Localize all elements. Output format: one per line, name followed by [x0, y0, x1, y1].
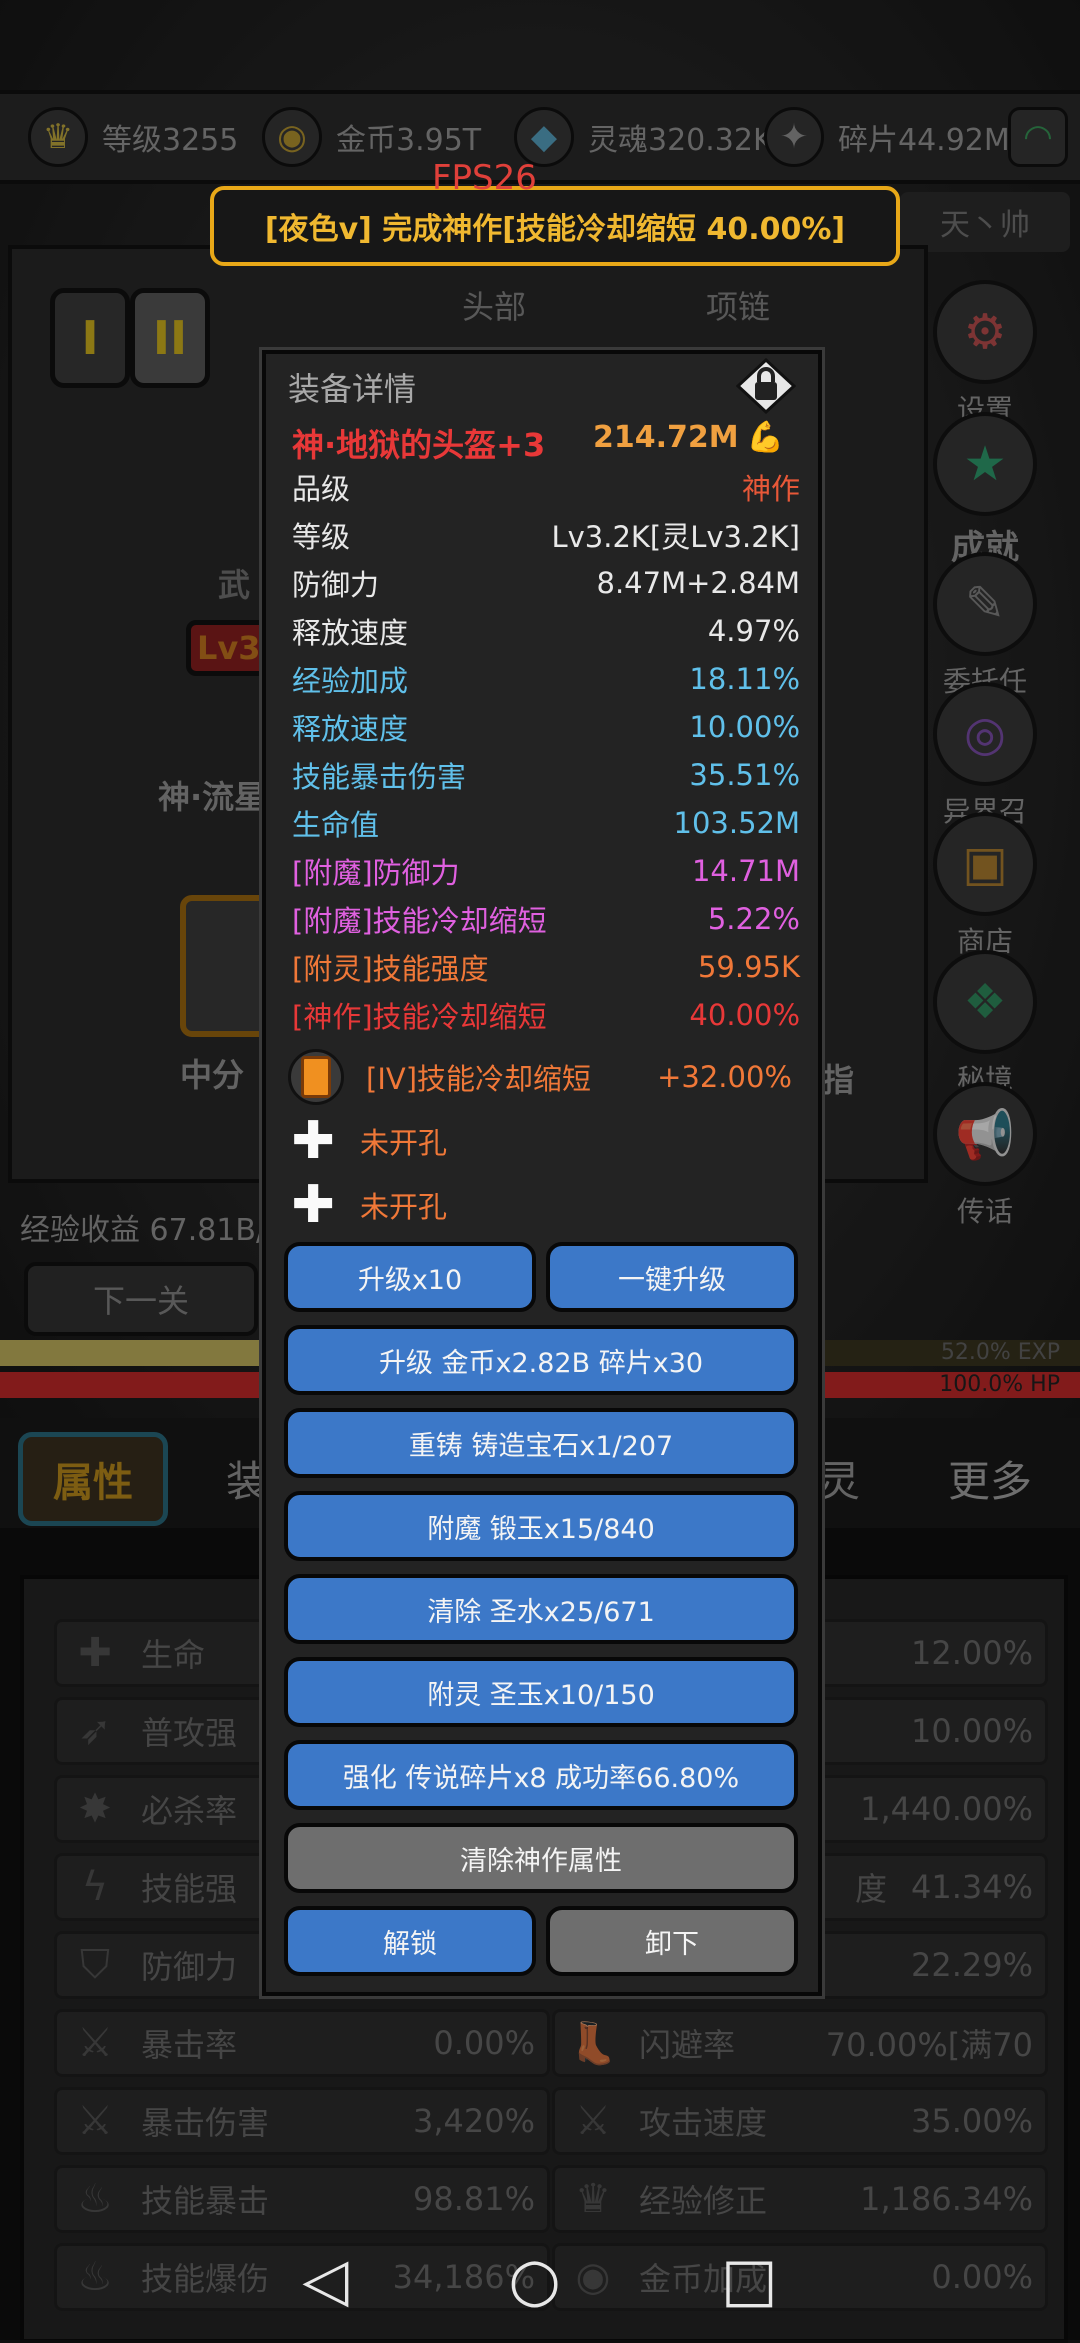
strengthen-button[interactable]: 强化 传说碎片x8 成功率66.80% — [284, 1740, 798, 1810]
prop-row: 生命值 103.52M — [292, 806, 800, 842]
equipment-detail-dialog: 装备详情 神·地狱的头盔+3 214.72M 💪 品级 神作 等级 Lv3.2K[灵… — [262, 350, 822, 1996]
prop-row: 品级 神作 — [292, 472, 800, 506]
system-nav-bar: ◁ ○ □ — [0, 2220, 1080, 2340]
prop-row: 释放速度 10.00% — [292, 710, 800, 746]
notification-toast: [夜色v] 完成神作[技能冷却缩短 40.00%] — [210, 186, 900, 266]
plus-icon: ✚ — [291, 1175, 335, 1235]
clear-button[interactable]: 清除 圣水x25/671 — [284, 1574, 798, 1644]
one-click-upgrade-button[interactable]: 一键升级 — [546, 1242, 798, 1312]
item-name: 神·地狱的头盔+3 — [292, 426, 546, 464]
clear-masterwork-button[interactable]: 清除神作属性 — [284, 1823, 798, 1893]
prop-row: 等级 Lv3.2K[灵Lv3.2K] — [292, 520, 800, 554]
prop-row: [神作]技能冷却缩短 40.00% — [292, 998, 800, 1034]
gem-slot[interactable]: [IV]技能冷却缩短 +32.00% — [288, 1048, 804, 1106]
enchant-button[interactable]: 附魔 锻玉x15/840 — [284, 1491, 798, 1561]
upgrade-x10-button[interactable]: 升级x10 — [284, 1242, 536, 1312]
gem-slot-empty[interactable]: ✚ 未开孔 — [288, 1112, 804, 1170]
prop-row: 技能暴击伤害 35.51% — [292, 758, 800, 794]
prop-row: [附魔]防御力 14.71M — [292, 854, 800, 890]
prop-row: [附灵]技能强度 59.95K — [292, 950, 800, 986]
prop-row: 经验加成 18.11% — [292, 662, 800, 698]
recents-icon[interactable]: □ — [721, 2245, 778, 2315]
prop-row: 防御力 8.47M+2.84M — [292, 566, 800, 602]
dialog-title: 装备详情 — [288, 370, 417, 408]
muscle-icon: 💪 — [746, 420, 784, 455]
back-icon[interactable]: ◁ — [302, 2245, 348, 2315]
lock-icon — [736, 358, 796, 414]
prop-row: [附魔]技能冷却缩短 5.22% — [292, 902, 800, 938]
unequip-button[interactable]: 卸下 — [546, 1906, 798, 1976]
spirit-attach-button[interactable]: 附灵 圣玉x10/150 — [284, 1657, 798, 1727]
home-icon[interactable]: ○ — [509, 2245, 561, 2315]
prop-row: 释放速度 4.97% — [292, 614, 800, 650]
plus-icon: ✚ — [291, 1111, 335, 1171]
gem-icon — [288, 1049, 344, 1105]
unlock-button[interactable]: 解锁 — [284, 1906, 536, 1976]
item-power: 214.72M 💪 — [593, 420, 784, 455]
power-value: 214.72M — [593, 420, 739, 455]
reforge-button[interactable]: 重铸 铸造宝石x1/207 — [284, 1408, 798, 1478]
fps-counter: FPS26 — [432, 158, 537, 198]
gem-slot-empty[interactable]: ✚ 未开孔 — [288, 1176, 804, 1234]
upgrade-button[interactable]: 升级 金币x2.82B 碎片x30 — [284, 1325, 798, 1395]
lock-button[interactable] — [734, 358, 798, 414]
